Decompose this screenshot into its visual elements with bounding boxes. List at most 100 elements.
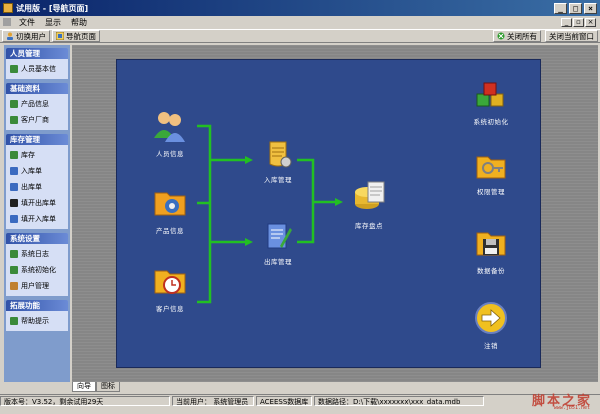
nav-page-button[interactable]: 导航页面 <box>52 30 100 42</box>
nav-group-system: 系统设置 系统日志 系统初始化 用户管理 <box>6 233 68 296</box>
nav-group-title[interactable]: 系统设置 <box>6 233 68 244</box>
menu-file[interactable]: 文件 <box>15 17 39 28</box>
product-folder-icon <box>154 192 186 216</box>
node-data-backup[interactable]: 数据备份 <box>463 225 519 275</box>
edit-icon <box>10 215 18 223</box>
navigation-canvas: 人员信息 产品信息 客户信息 入库管理 出库管理 库存盘点 系统初始化 权限管理… <box>116 59 541 368</box>
nav-item-system-init[interactable]: 系统初始化 <box>6 262 68 278</box>
nav-item-stock-in-list[interactable]: 入库单 <box>6 163 68 179</box>
arrow-head-stock-in <box>245 156 253 164</box>
child-minimize-button[interactable]: _ <box>561 17 572 27</box>
document-icon <box>3 18 11 26</box>
binoculars-icon <box>10 199 18 207</box>
nav-group-basic-data: 基础资料 产品信息 客户厂商 <box>6 83 68 130</box>
nav-item-person-info[interactable]: 人员基本信 <box>6 61 68 77</box>
nav-group-title[interactable]: 库存管理 <box>6 134 68 145</box>
menu-view[interactable]: 显示 <box>41 17 65 28</box>
nav-group-title[interactable]: 基础资料 <box>6 83 68 94</box>
scroll-icon <box>269 141 292 168</box>
status-data-path: 数据路径：D:\下载\xxxxxxx\xxx_data.mdb <box>314 395 484 406</box>
user-icon <box>7 32 13 40</box>
switch-user-button[interactable]: 切换用户 <box>2 30 50 42</box>
nav-group-title[interactable]: 人员管理 <box>6 48 68 59</box>
nav-item-stock[interactable]: 库存 <box>6 147 68 163</box>
node-label: 数据备份 <box>477 267 505 275</box>
node-label: 人员信息 <box>156 150 184 158</box>
app-icon <box>3 3 13 13</box>
node-label: 客户信息 <box>156 305 184 313</box>
node-permission-mgmt[interactable]: 权限管理 <box>463 148 519 196</box>
close-all-button[interactable]: 关闭所有 <box>493 30 541 42</box>
nav-item-label: 帮助提示 <box>21 317 49 325</box>
nav-item-label: 系统初始化 <box>21 266 56 274</box>
menu-help[interactable]: 帮助 <box>67 17 91 28</box>
nav-item-label: 产品信息 <box>21 100 49 108</box>
workspace: 人员信息 产品信息 客户信息 入库管理 出库管理 库存盘点 系统初始化 权限管理… <box>72 45 598 382</box>
navigation-icon <box>56 32 64 40</box>
menu-bar: 文件 显示 帮助 _ ▫ × <box>0 16 600 28</box>
people-icon <box>154 112 185 142</box>
node-system-init[interactable]: 系统初始化 <box>463 80 519 126</box>
view-tabs: 向导 图标 <box>72 382 120 392</box>
nav-item-system-log[interactable]: 系统日志 <box>6 246 68 262</box>
folder-icon <box>10 100 18 108</box>
arrow-right-icon <box>475 302 507 334</box>
nav-page-label: 导航页面 <box>66 31 96 41</box>
status-current-user: 当前用户： 系统管理员 <box>172 395 254 406</box>
node-label: 系统初始化 <box>473 118 509 126</box>
arrow-head-stock-out <box>245 238 253 246</box>
nav-group-title[interactable]: 拓展功能 <box>6 300 68 311</box>
folder-icon <box>10 65 18 73</box>
child-close-button[interactable]: × <box>585 17 596 27</box>
maximize-button[interactable]: □ <box>569 2 582 14</box>
node-label: 产品信息 <box>156 227 184 235</box>
child-restore-button[interactable]: ▫ <box>573 17 584 27</box>
node-label: 注销 <box>484 342 498 350</box>
status-version: 版本号：V3.52，剩余试用29天 <box>0 395 170 406</box>
close-button[interactable]: × <box>584 2 597 14</box>
watermark-url: www.jb51.net <box>553 405 590 411</box>
node-label: 出库管理 <box>264 258 292 266</box>
nav-item-fill-stock-in[interactable]: 填开入库单 <box>6 211 68 227</box>
nav-group-personnel: 人员管理 人员基本信 <box>6 48 68 79</box>
node-stock-out[interactable]: 出库管理 <box>253 220 303 266</box>
nav-item-label: 库存 <box>21 151 35 159</box>
nav-item-stock-out-list[interactable]: 出库单 <box>6 179 68 195</box>
nav-item-label: 客户厂商 <box>21 116 49 124</box>
nav-item-product-info[interactable]: 产品信息 <box>6 96 68 112</box>
nav-item-fill-stock-out[interactable]: 填开出库单 <box>6 195 68 211</box>
toolbar: 切换用户 导航页面 关闭所有 关闭当前窗口 <box>0 29 600 43</box>
folder-icon <box>10 250 18 258</box>
status-database: ACEESS数据库 <box>256 395 312 406</box>
node-inventory-check[interactable]: 库存盘点 <box>343 178 395 230</box>
node-label: 权限管理 <box>477 188 505 196</box>
nav-group-extensions: 拓展功能 帮助提示 <box>6 300 68 331</box>
node-person-info[interactable]: 人员信息 <box>143 108 197 158</box>
node-logout[interactable]: 注销 <box>463 300 519 350</box>
switch-user-label: 切换用户 <box>16 31 46 41</box>
left-nav-panel: 人员管理 人员基本信 基础资料 产品信息 客户厂商 库存管理 库存 入库单 出库… <box>4 45 70 382</box>
title-bar: 试用版 - [导航页面] _ □ × <box>0 0 600 16</box>
nav-item-user-mgmt[interactable]: 用户管理 <box>6 278 68 294</box>
nav-item-help-tips[interactable]: 帮助提示 <box>6 313 68 329</box>
folder-icon <box>10 151 18 159</box>
status-bar: 版本号：V3.52，剩余试用29天 当前用户： 系统管理员 ACEESS数据库 … <box>0 394 600 406</box>
folder-icon <box>10 317 18 325</box>
close-current-button[interactable]: 关闭当前窗口 <box>545 30 598 42</box>
minimize-button[interactable]: _ <box>554 2 567 14</box>
list-icon <box>10 167 18 175</box>
node-label: 库存盘点 <box>355 222 383 230</box>
nav-item-customer-vendor[interactable]: 客户厂商 <box>6 112 68 128</box>
customer-folder-icon <box>154 270 186 294</box>
node-product-info[interactable]: 产品信息 <box>143 185 197 235</box>
window-title: 试用版 - [导航页面] <box>16 3 89 13</box>
node-stock-in[interactable]: 入库管理 <box>253 138 303 184</box>
tab-icons[interactable]: 图标 <box>96 382 120 392</box>
folder-icon <box>10 266 18 274</box>
close-all-icon <box>497 32 505 40</box>
nav-item-label: 人员基本信 <box>21 65 56 73</box>
tab-wizard[interactable]: 向导 <box>72 382 96 392</box>
user-icon <box>10 282 18 290</box>
nav-item-label: 系统日志 <box>21 250 49 258</box>
node-customer-info[interactable]: 客户信息 <box>143 263 197 313</box>
